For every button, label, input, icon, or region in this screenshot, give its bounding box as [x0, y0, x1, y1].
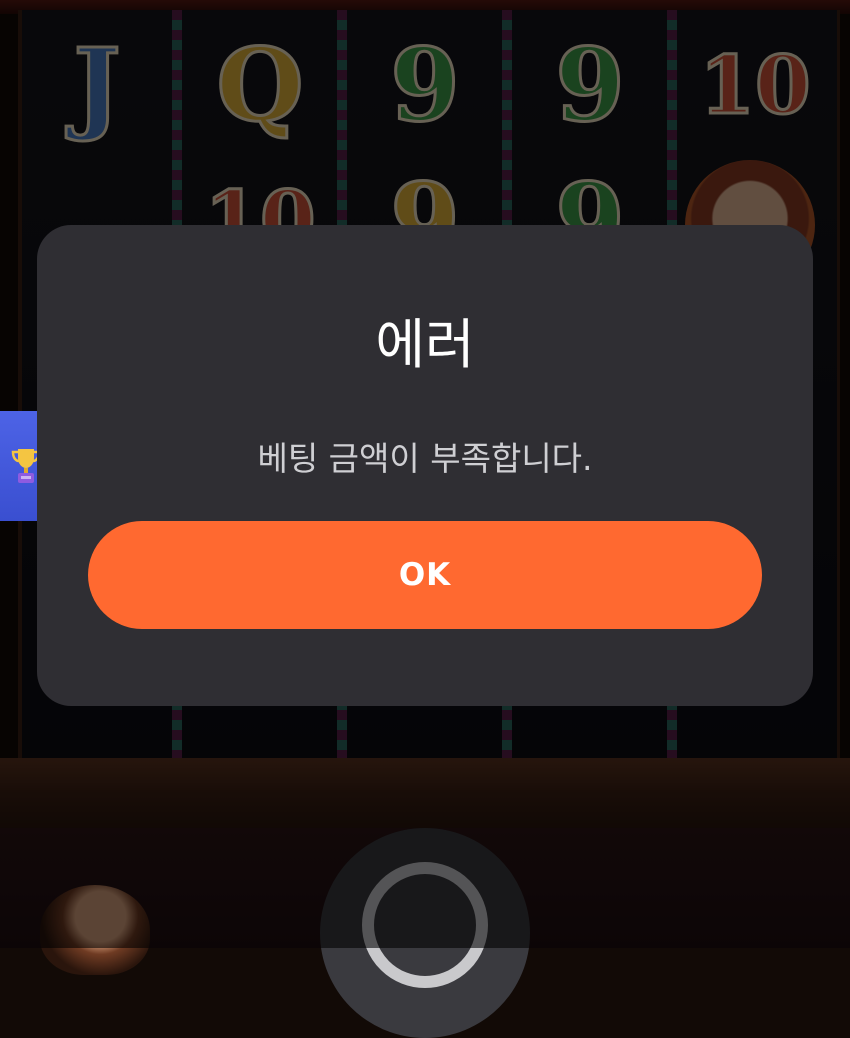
ok-button[interactable]: OK [88, 521, 762, 629]
dialog-message: 베팅 금액이 부족합니다. [257, 439, 593, 478]
trophy-icon [11, 449, 40, 483]
error-dialog: 에러 베팅 금액이 부족합니다. OK [37, 225, 813, 706]
dialog-title: 에러 [375, 313, 475, 376]
